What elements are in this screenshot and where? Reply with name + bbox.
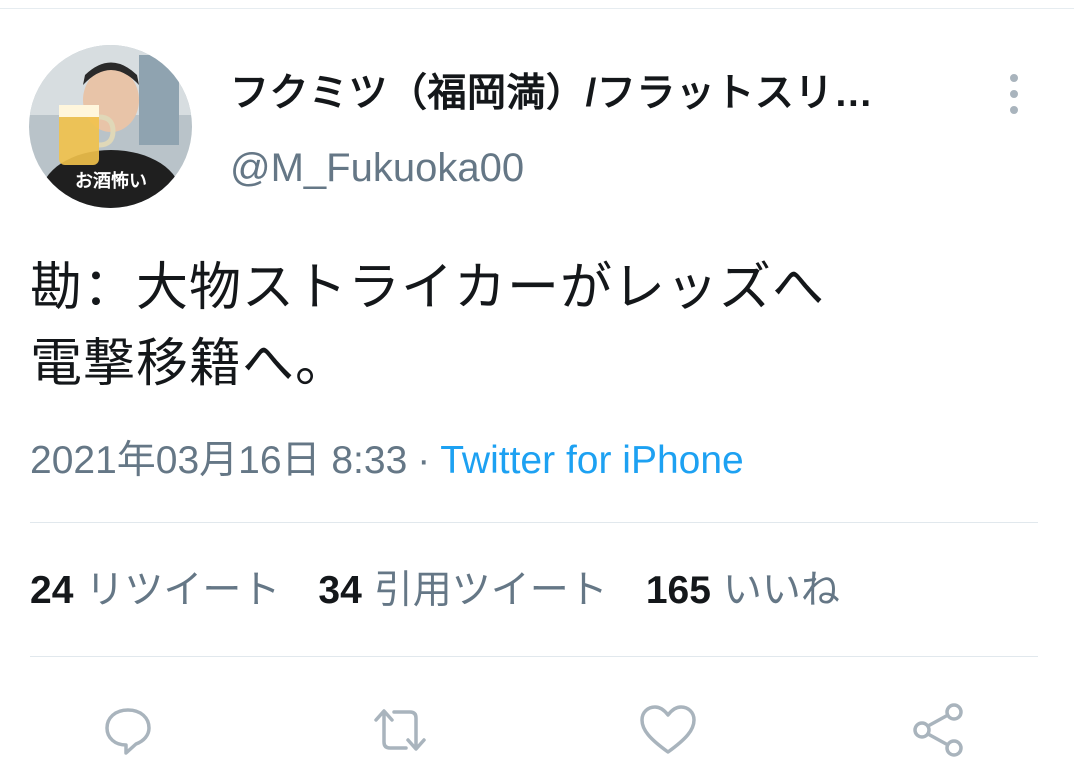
source-link[interactable]: Twitter for iPhone [440,439,743,482]
retweet-label: リツイート [85,569,281,612]
more-dot-icon [1010,74,1018,82]
tweet-text-line: 電撃移籍へ。 [30,335,349,393]
tweet-meta: 2021年03月16日 8:33 · Twitter for iPhone [30,435,744,487]
avatar-caption: お酒怖い [75,170,147,192]
user-handle[interactable]: @M_Fukuoka00 [230,143,524,193]
retweet-count: 24 [30,569,74,612]
quote-label: 引用ツイート [373,569,608,612]
quote-count: 34 [318,569,362,612]
avatar[interactable]: お酒怖い [29,45,192,208]
like-button[interactable] [638,700,698,760]
more-options-button[interactable] [1000,70,1028,118]
heart-icon [640,705,696,754]
tweet-stats: 24 リツイート 34 引用ツイート 165 いいね [30,565,878,617]
like-stat[interactable]: 165 いいね [646,565,840,617]
share-icon [913,703,963,757]
retweet-button[interactable] [370,700,430,760]
retweet-icon [374,709,426,751]
quote-stat[interactable]: 34 引用ツイート [318,565,607,617]
share-button[interactable] [908,700,968,760]
reply-icon [105,708,151,755]
like-count: 165 [645,569,711,612]
like-label: いいね [722,569,840,612]
tweet-text-line: 勘：大物ストライカーがレッズへ [30,259,826,317]
divider [30,522,1038,523]
timestamp[interactable]: 2021年03月16日 8:33 [30,439,407,482]
more-dot-icon [1010,90,1018,98]
top-divider [0,8,1074,9]
reply-button[interactable] [98,700,158,760]
retweet-stat[interactable]: 24 リツイート [30,565,280,617]
meta-separator: · [417,439,431,482]
tweet-text: 勘：大物ストライカーがレッズへ 電撃移籍へ。 [30,250,1050,402]
display-name[interactable]: フクミツ（福岡満）/フラットスリ… [230,66,873,122]
divider [30,656,1038,657]
more-dot-icon [1010,106,1018,114]
